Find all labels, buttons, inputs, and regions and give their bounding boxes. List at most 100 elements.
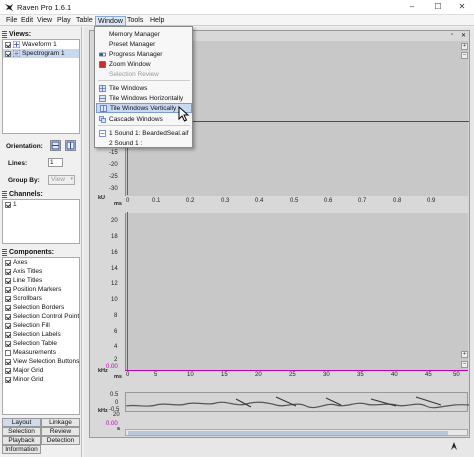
overview-y2-tick: 20 xyxy=(113,412,120,418)
spectrogram-y-tick: 2 xyxy=(114,357,118,363)
spectrogram-baseline xyxy=(125,370,468,371)
menu-edit[interactable]: Edit xyxy=(19,16,35,26)
menu-item-zoom-window[interactable]: Zoom Window xyxy=(96,59,192,69)
component-checkbox[interactable] xyxy=(5,358,11,365)
menu-item-sound-window-1[interactable]: 1 Sound 1: BeardedSeal.aif xyxy=(96,128,192,138)
spectrogram-zoom-out-button[interactable]: – xyxy=(461,361,468,368)
orientation-horizontal-button[interactable] xyxy=(50,140,61,151)
component-checkbox[interactable] xyxy=(5,304,11,311)
component-item-line-titles[interactable]: Line Titles xyxy=(3,276,79,285)
component-checkbox[interactable] xyxy=(5,331,11,338)
waveform-x-tick: 0.3 xyxy=(221,198,230,204)
menu-tools[interactable]: Tools xyxy=(125,16,145,26)
channel-item[interactable]: 1 xyxy=(3,200,79,209)
spectrogram-y-tick: 10 xyxy=(111,297,118,303)
menu-item-tile-windows[interactable]: Tile Windows xyxy=(96,83,192,93)
tab-information[interactable]: Information xyxy=(2,445,41,454)
component-item-selection-labels[interactable]: Selection Labels xyxy=(3,330,79,339)
component-item-selection-control-point[interactable]: Selection Control Point xyxy=(3,312,79,321)
component-item-selection-borders[interactable]: Selection Borders xyxy=(3,303,79,312)
menu-file[interactable]: File xyxy=(4,16,19,26)
component-item-major-grid[interactable]: Major Grid xyxy=(3,366,79,375)
overview-strip[interactable] xyxy=(125,392,469,412)
spectrogram-x-tick: 0 xyxy=(126,372,130,378)
component-item-measurements[interactable]: Measurements xyxy=(3,348,79,357)
spectrogram-zoom-in-button[interactable]: + xyxy=(461,351,468,358)
component-checkbox[interactable] xyxy=(5,313,11,320)
waveform-zoom-out-button[interactable]: – xyxy=(461,52,468,59)
component-checkbox[interactable] xyxy=(5,376,11,383)
component-item-selection-fill[interactable]: Selection Fill xyxy=(3,321,79,330)
component-item-selection-table[interactable]: Selection Table xyxy=(3,339,79,348)
maximize-button[interactable]: ☐ xyxy=(426,0,450,15)
blank-icon xyxy=(99,31,106,38)
component-checkbox[interactable] xyxy=(5,286,11,293)
component-checkbox[interactable] xyxy=(5,349,11,356)
tab-selection[interactable]: Selection xyxy=(2,427,41,436)
minimize-button[interactable]: – xyxy=(400,0,424,15)
lines-label: Lines: xyxy=(8,160,28,167)
menu-item-preset-manager[interactable]: Preset Manager xyxy=(96,39,192,49)
channel-checkbox[interactable] xyxy=(5,201,11,208)
close-button[interactable]: ✕ xyxy=(450,0,474,15)
component-checkbox[interactable] xyxy=(5,295,11,302)
tab-playback[interactable]: Playback xyxy=(2,436,41,445)
menu-help[interactable]: Help xyxy=(148,16,166,26)
view-item-spectrogram[interactable]: Spectrogram 1 xyxy=(3,49,79,58)
spectrogram-x-tick: 10 xyxy=(187,372,194,378)
menu-window[interactable]: Window xyxy=(95,16,126,26)
view-checkbox[interactable] xyxy=(5,41,11,48)
component-checkbox[interactable] xyxy=(5,277,11,284)
waveform-y-tick: -20 xyxy=(109,162,118,168)
component-item-axes[interactable]: Axes xyxy=(3,258,79,267)
tab-detection[interactable]: Detection xyxy=(41,436,80,445)
spectrogram-x-tick: 25 xyxy=(289,372,296,378)
scrollbar-thumb[interactable] xyxy=(128,431,448,435)
component-item-scrollbars[interactable]: Scrollbars xyxy=(3,294,79,303)
component-item-minor-grid[interactable]: Minor Grid xyxy=(3,375,79,384)
restore-window-button[interactable]: ▫ xyxy=(451,32,453,38)
waveform-y-tick: -25 xyxy=(109,174,118,180)
spectrogram-x-unit: ms xyxy=(114,374,122,380)
component-checkbox[interactable] xyxy=(5,340,11,347)
component-item-axis-titles[interactable]: Axis Titles xyxy=(3,267,79,276)
tab-linkage[interactable]: Linkage xyxy=(41,418,80,427)
component-checkbox[interactable] xyxy=(5,268,11,275)
component-checkbox[interactable] xyxy=(5,322,11,329)
views-header: Views: xyxy=(2,30,31,39)
group-by-select[interactable]: View ▾ xyxy=(48,175,75,185)
tile-vertical-icon xyxy=(100,104,107,112)
menu-item-progress-manager[interactable]: Progress Manager xyxy=(96,49,192,59)
menu-play[interactable]: Play xyxy=(55,16,73,26)
component-checkbox[interactable] xyxy=(5,367,11,374)
menu-view[interactable]: View xyxy=(35,16,54,26)
spectrogram-y-tick: 12 xyxy=(111,281,118,287)
waveform-x-tick: 0.9 xyxy=(427,198,436,204)
menu-item-memory-manager[interactable]: Memory Manager xyxy=(96,29,192,39)
view-item-waveform[interactable]: Waveform 1 xyxy=(3,40,79,49)
close-window-button[interactable]: ✕ xyxy=(461,32,466,39)
spectrogram-x-tick: 20 xyxy=(255,372,262,378)
lines-input[interactable]: 1 xyxy=(48,158,63,167)
components-header: Components: xyxy=(2,248,54,257)
spectrogram-y-tick: 16 xyxy=(111,250,118,256)
spectrogram-cursor-line xyxy=(127,212,128,370)
menu-separator xyxy=(98,125,190,126)
tab-layout[interactable]: Layout xyxy=(2,418,41,427)
waveform-zoom-in-button[interactable]: + xyxy=(461,43,468,50)
component-item-position-markers[interactable]: Position Markers xyxy=(3,285,79,294)
menu-item-selection-review: Selection Review xyxy=(96,69,192,79)
component-checkbox[interactable] xyxy=(5,259,11,266)
overview-y-tick: 0 xyxy=(115,400,119,406)
horizontal-scrollbar[interactable] xyxy=(125,429,468,436)
tab-review[interactable]: Review xyxy=(41,427,80,436)
spectrogram-plot[interactable] xyxy=(125,213,468,371)
menu-table[interactable]: Table xyxy=(74,16,95,26)
component-item-view-selection-buttons[interactable]: View Selection Buttons xyxy=(3,357,79,366)
menu-item-sound-window-2[interactable]: 2 Sound 1 : xyxy=(96,138,192,148)
menu-bar: File Edit View Play Table Window Tools H… xyxy=(0,15,474,26)
menu-item-tile-horizontally[interactable]: Tile Windows Horizontally xyxy=(96,93,192,103)
grip-icon xyxy=(2,249,7,256)
view-checkbox[interactable] xyxy=(5,50,11,57)
orientation-vertical-button[interactable] xyxy=(65,140,76,151)
